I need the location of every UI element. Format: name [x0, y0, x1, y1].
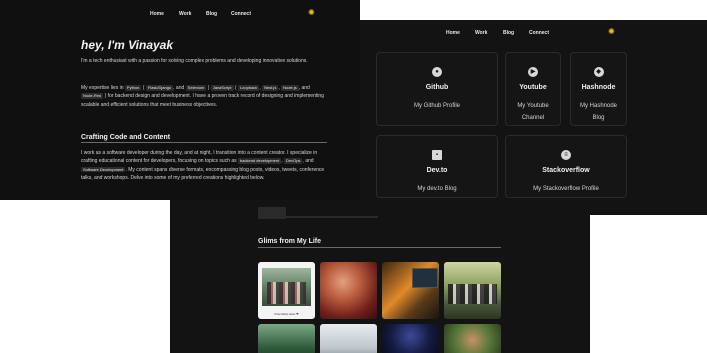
skill-chip-node-red: Node-Red [81, 93, 104, 99]
skill-chip-nestjs: Nest.js [262, 85, 279, 91]
nav-work[interactable]: Work [475, 30, 487, 36]
photo-white-sky[interactable] [320, 324, 377, 353]
devto-icon: ▪ [432, 150, 442, 160]
nav-home[interactable]: Home [446, 30, 460, 36]
text: ( [234, 85, 237, 91]
youtube-icon: ▶ [528, 67, 538, 77]
card-hashnode[interactable]: ◆ Hashnode My Hashnode Blog [570, 52, 627, 126]
glims-title: Glims from My Life [258, 238, 322, 245]
portfolio-window-home: Home Work Blog Connect ✺ hey, I'm Vinaya… [0, 0, 360, 200]
photo-group-table[interactable] [444, 262, 501, 319]
photo-green-portrait[interactable] [444, 324, 501, 353]
text: My expertise lies in [81, 85, 124, 91]
hashnode-icon: ◆ [593, 67, 604, 77]
card-title: Youtube [519, 84, 547, 91]
text: ) for backend design and development. I … [81, 93, 324, 108]
sun-icon[interactable]: ✺ [608, 28, 615, 36]
card-description: My Hashnode Blog [579, 103, 618, 121]
text: ( [142, 85, 145, 91]
section-divider [81, 142, 327, 143]
photo-friends-group[interactable]: Friendship lasts ❤ [258, 262, 315, 319]
sun-icon[interactable]: ✺ [308, 9, 315, 17]
text: , [259, 85, 261, 91]
content-placeholder-block [258, 207, 286, 219]
card-devto[interactable]: ▪ Dev.to My dev.to Blog [376, 135, 498, 198]
section-title-crafting: Crafting Code and Content [81, 134, 171, 141]
photo-caption: Friendship lasts ❤ [274, 312, 299, 316]
nav-blog[interactable]: Blog [206, 11, 217, 17]
text: , and [173, 85, 185, 91]
intro-paragraph: I'm a tech enthusiast with a passion for… [81, 58, 308, 64]
skill-chip-javascript: JavaScript [210, 85, 234, 91]
text: , and [302, 158, 314, 165]
skill-chip-python: Python [124, 85, 142, 91]
card-description: My Stackoverflow Profile [533, 186, 599, 192]
skill-chip-nodejs: Node.js [281, 85, 299, 91]
photo-laptop-desk[interactable] [382, 262, 439, 319]
nav-home[interactable]: Home [150, 11, 164, 17]
photo-people [448, 284, 497, 304]
photo-people [267, 282, 306, 304]
photo-night-stage[interactable] [382, 324, 439, 353]
nav-blog[interactable]: Blog [503, 30, 514, 36]
glims-divider [258, 247, 501, 248]
photo-portrait-tent[interactable] [320, 262, 377, 319]
card-youtube[interactable]: ▶ Youtube My Youtube Channel [505, 52, 561, 126]
topic-chip-devops: DevOps [283, 158, 303, 164]
greeting-heading: hey, I'm Vinayak [81, 38, 174, 52]
topic-chip-software-dev: Software Development [81, 166, 126, 173]
card-title: Dev.to [426, 167, 448, 174]
nav-work[interactable]: Work [179, 11, 191, 17]
stackoverflow-icon: ≡ [561, 150, 571, 160]
text: , and [298, 85, 310, 91]
nav-connect[interactable]: Connect [231, 11, 251, 17]
text: , [278, 85, 280, 91]
card-title: Stackoverflow [542, 167, 590, 174]
crafting-paragraph: I work as a software developer during th… [81, 149, 333, 183]
card-description: My dev.to Blog [417, 186, 457, 192]
github-icon: ● [432, 67, 442, 77]
nav-connect[interactable]: Connect [529, 30, 549, 36]
topic-chip-backend: backend development [238, 158, 282, 164]
card-description: My Youtube Channel [517, 103, 549, 121]
photo-outdoor-trees[interactable] [258, 324, 315, 353]
text: ) [207, 85, 210, 91]
content-placeholder-line [286, 216, 378, 218]
card-description: My Github Profile [413, 103, 461, 109]
card-stackoverflow[interactable]: ≡ Stackoverflow My Stackoverflow Profile [505, 135, 627, 198]
laptop-screen [412, 268, 438, 288]
card-title: Hashnode [581, 84, 616, 91]
card-title: Github [425, 84, 449, 91]
text: , [281, 158, 283, 165]
expertise-paragraph: My expertise lies in Python ( Flask/Djan… [81, 84, 333, 109]
portfolio-window-connect: Home Work Blog Connect ✺ ● Github My Git… [360, 20, 707, 215]
skill-chip-loopback: Loopback [237, 85, 260, 91]
skill-chip-selenium: Selenium [185, 85, 207, 91]
card-github[interactable]: ● Github My Github Profile [376, 52, 498, 126]
skill-chip-flask-django: Flask/Django [145, 85, 174, 91]
